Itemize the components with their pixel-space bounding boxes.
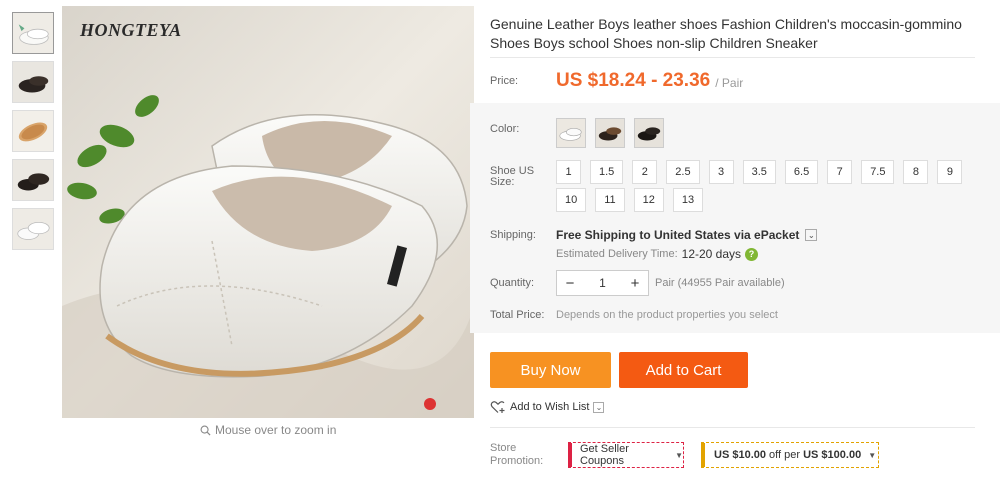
- store-promotion-label: Store Promotion:: [490, 442, 543, 468]
- thumbnail-shoe-sole[interactable]: [12, 110, 54, 152]
- color-swatch-black[interactable]: [634, 118, 664, 148]
- caret-down-icon: ▼: [868, 450, 877, 460]
- thumbnail-white-shoe[interactable]: [12, 12, 54, 54]
- discount-amount: US $10.00: [714, 449, 766, 461]
- price-unit: / Pair: [715, 76, 744, 90]
- price-value: US $18.24 - 23.36: [556, 70, 711, 91]
- thumbnail-black-shoe[interactable]: [12, 61, 54, 103]
- shipping-method-selector[interactable]: Free Shipping to United States via ePack…: [556, 228, 818, 242]
- size-label: Shoe US Size:: [490, 160, 556, 188]
- color-label: Color:: [490, 123, 520, 135]
- discount-mid-text: off per: [765, 449, 804, 461]
- brand-overlay: HONGTEYA: [80, 20, 182, 40]
- help-icon[interactable]: ?: [745, 247, 759, 261]
- add-to-cart-button[interactable]: Add to Cart: [619, 352, 748, 388]
- price-row: Price: US $18.24 - 23.36 / Pair: [490, 66, 990, 96]
- quantity-decrease-button[interactable]: −: [557, 271, 583, 295]
- zoom-hint-text: Mouse over to zoom in: [215, 423, 337, 437]
- promo-label-line2: Promotion:: [490, 455, 544, 467]
- size-option[interactable]: 9: [937, 160, 963, 184]
- delivery-label: Estimated Delivery Time:: [556, 248, 678, 260]
- color-swatch-white[interactable]: [556, 118, 586, 148]
- thumbnail-black-pair[interactable]: [12, 159, 54, 201]
- size-option[interactable]: 1: [556, 160, 581, 184]
- delivery-time: Estimated Delivery Time: 12-20 days ?: [556, 247, 817, 261]
- color-row: Color:: [490, 118, 673, 148]
- quantity-input[interactable]: [583, 271, 622, 295]
- discount-promotion-dropdown[interactable]: US $10.00 off per US $100.00 ▼: [701, 442, 879, 468]
- promo-label-line1: Store: [490, 442, 517, 454]
- size-label-line2: Size:: [490, 176, 515, 188]
- chevron-down-icon: ⌄: [593, 401, 605, 413]
- size-option[interactable]: 1.5: [590, 160, 624, 184]
- size-option[interactable]: 10: [556, 188, 587, 212]
- heart-plus-icon: [490, 401, 505, 413]
- quantity-stepper: − +: [556, 270, 649, 296]
- total-price-row: Total Price: Depends on the product prop…: [490, 309, 778, 321]
- price-label: Price:: [490, 75, 519, 87]
- size-option[interactable]: 7: [827, 160, 853, 184]
- size-option[interactable]: 2: [632, 160, 658, 184]
- size-option[interactable]: 6.5: [784, 160, 819, 184]
- thumbnail-white-pair[interactable]: [12, 208, 54, 250]
- size-option[interactable]: 7.5: [861, 160, 895, 184]
- buy-now-button[interactable]: Buy Now: [490, 352, 611, 388]
- divider: [490, 427, 975, 428]
- get-seller-coupons-dropdown[interactable]: Get Seller Coupons ▼: [568, 442, 684, 468]
- total-price-value: Depends on the product properties you se…: [556, 309, 778, 321]
- caret-down-icon: ▼: [675, 450, 683, 460]
- size-option[interactable]: 12: [633, 188, 664, 212]
- size-option[interactable]: 13: [672, 188, 704, 212]
- size-row: Shoe US Size: 1 1.5 2 2.5 3 3.5 6.5 7 7.5 8 9 10 11 1…: [490, 160, 976, 216]
- quantity-row: Quantity: − + Pair (44955 Pair available…: [490, 270, 785, 296]
- size-option[interactable]: 8: [903, 160, 929, 184]
- zoom-hint: Mouse over to zoom in: [200, 423, 336, 437]
- size-option[interactable]: 11: [595, 188, 625, 212]
- size-option[interactable]: 3: [708, 160, 734, 184]
- quantity-increase-button[interactable]: +: [622, 271, 648, 295]
- seller-coupons-label: Get Seller Coupons: [580, 443, 629, 467]
- thumbnail-list: [12, 12, 56, 257]
- delivery-days: 12-20 days: [681, 247, 742, 261]
- magnifier-icon: [200, 425, 211, 436]
- add-to-wish-list-button[interactable]: Add to Wish List ⌄: [490, 400, 605, 414]
- color-swatch-black-brown[interactable]: [595, 118, 625, 148]
- shipping-method: Free Shipping to United States via ePack…: [556, 228, 800, 242]
- shipping-label: Shipping:: [490, 229, 536, 241]
- size-option[interactable]: 2.5: [666, 160, 700, 184]
- discount-threshold: US $100.00: [803, 449, 862, 461]
- quantity-label: Quantity:: [490, 277, 535, 289]
- size-option[interactable]: 3.5: [742, 160, 776, 184]
- wish-list-label: Add to Wish List: [510, 401, 590, 413]
- main-product-image[interactable]: HONGTEYA: [62, 6, 474, 418]
- chevron-down-icon: ⌄: [805, 229, 818, 241]
- quantity-available: Pair (44955 Pair available): [655, 277, 785, 289]
- product-title: Genuine Leather Boys leather shoes Fashi…: [490, 16, 962, 51]
- size-options: 1 1.5 2 2.5 3 3.5 6.5 7 7.5 8 9 10 11 12 13: [556, 160, 976, 216]
- divider: [490, 57, 975, 58]
- total-price-label: Total Price:: [490, 309, 545, 321]
- shipping-row: Shipping: Free Shipping to United States…: [490, 228, 818, 261]
